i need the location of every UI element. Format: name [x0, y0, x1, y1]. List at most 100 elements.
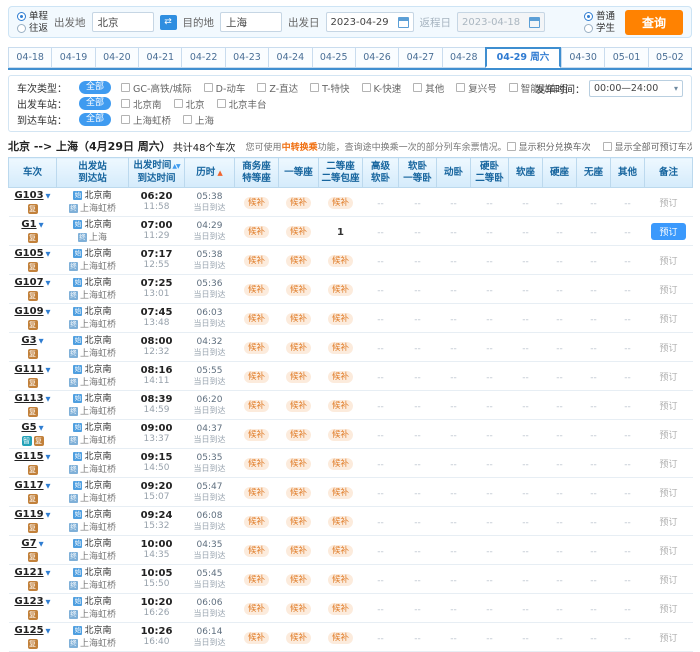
- waitlist-link[interactable]: 候补: [244, 284, 269, 296]
- expand-caret-icon[interactable]: ▼: [46, 249, 51, 260]
- date-tab[interactable]: 04-26: [355, 47, 398, 68]
- train-number[interactable]: G109▼: [9, 306, 57, 318]
- date-tab[interactable]: 04-30: [561, 47, 604, 68]
- train-number[interactable]: G3▼: [9, 335, 57, 347]
- expand-caret-icon[interactable]: ▼: [39, 336, 44, 347]
- waitlist-link[interactable]: 候补: [328, 313, 353, 325]
- show-all-bookable-checkbox[interactable]: 显示全部可预订车次: [603, 140, 692, 153]
- date-tab[interactable]: 04-24: [268, 47, 311, 68]
- transfer-link[interactable]: 中转换乘: [282, 143, 318, 153]
- waitlist-link[interactable]: 候补: [286, 545, 311, 557]
- expand-caret-icon[interactable]: ▼: [46, 307, 51, 318]
- waitlist-link[interactable]: 候补: [286, 284, 311, 296]
- train-number[interactable]: G5▼: [9, 422, 57, 434]
- date-tab[interactable]: 05-01: [604, 47, 647, 68]
- filter-checkbox[interactable]: T-特快: [310, 81, 349, 95]
- expand-caret-icon[interactable]: ▼: [46, 481, 51, 492]
- return-date-input[interactable]: 2023-04-18: [457, 12, 545, 32]
- expand-caret-icon[interactable]: ▼: [46, 626, 51, 637]
- expand-caret-icon[interactable]: ▼: [39, 220, 44, 231]
- expand-caret-icon[interactable]: ▼: [46, 568, 51, 579]
- waitlist-link[interactable]: 候补: [328, 458, 353, 470]
- waitlist-link[interactable]: 候补: [286, 371, 311, 383]
- trip-type-option[interactable]: 单程: [17, 11, 48, 22]
- train-number[interactable]: G113▼: [9, 393, 57, 405]
- date-tab[interactable]: 04-23: [225, 47, 268, 68]
- filter-all-tag[interactable]: 全部: [79, 113, 111, 126]
- waitlist-link[interactable]: 候补: [286, 197, 311, 209]
- filter-checkbox[interactable]: 其他: [413, 81, 444, 95]
- train-number[interactable]: G117▼: [9, 480, 57, 492]
- expand-caret-icon[interactable]: ▼: [46, 394, 51, 405]
- waitlist-link[interactable]: 候补: [286, 603, 311, 615]
- waitlist-link[interactable]: 候补: [286, 487, 311, 499]
- waitlist-link[interactable]: 候补: [244, 226, 269, 238]
- train-number[interactable]: G105▼: [9, 248, 57, 260]
- waitlist-link[interactable]: 候补: [286, 400, 311, 412]
- swap-icon[interactable]: ⇄: [160, 15, 177, 30]
- date-tab[interactable]: 04-20: [95, 47, 138, 68]
- expand-caret-icon[interactable]: ▼: [46, 510, 51, 521]
- column-header[interactable]: 出发时间▲▼到达时间: [129, 158, 185, 188]
- waitlist-link[interactable]: 候补: [286, 516, 311, 528]
- filter-checkbox[interactable]: 复兴号: [456, 81, 497, 95]
- waitlist-link[interactable]: 候补: [286, 313, 311, 325]
- date-tab[interactable]: 04-25: [312, 47, 355, 68]
- waitlist-link[interactable]: 候补: [286, 632, 311, 644]
- waitlist-link[interactable]: 候补: [328, 255, 353, 267]
- waitlist-link[interactable]: 候补: [328, 516, 353, 528]
- filter-all-tag[interactable]: 全部: [79, 81, 111, 94]
- train-number[interactable]: G121▼: [9, 567, 57, 579]
- waitlist-link[interactable]: 候补: [328, 487, 353, 499]
- date-tab[interactable]: 04-29 周六: [485, 47, 561, 68]
- sort-icon[interactable]: ▲: [217, 169, 222, 177]
- waitlist-link[interactable]: 候补: [328, 400, 353, 412]
- expand-caret-icon[interactable]: ▼: [46, 365, 51, 376]
- date-tab[interactable]: 04-27: [398, 47, 441, 68]
- sort-icon[interactable]: ▲▼: [172, 163, 179, 170]
- waitlist-link[interactable]: 候补: [244, 371, 269, 383]
- passenger-type-option[interactable]: 普通: [584, 11, 615, 22]
- date-tab[interactable]: 05-02: [648, 47, 692, 68]
- waitlist-link[interactable]: 候补: [286, 226, 311, 238]
- filter-checkbox[interactable]: 上海虹桥: [121, 113, 171, 127]
- expand-caret-icon[interactable]: ▼: [39, 539, 44, 550]
- train-number[interactable]: G119▼: [9, 509, 57, 521]
- depart-date-input[interactable]: 2023-04-29: [326, 12, 414, 32]
- date-tab[interactable]: 04-19: [51, 47, 94, 68]
- waitlist-link[interactable]: 候补: [244, 632, 269, 644]
- show-points-checkbox[interactable]: 显示积分兑换车次: [507, 140, 591, 153]
- waitlist-link[interactable]: 候补: [244, 545, 269, 557]
- waitlist-link[interactable]: 候补: [328, 371, 353, 383]
- trip-type-option[interactable]: 往返: [17, 23, 48, 34]
- depart-time-select[interactable]: 00:00—24:00 ▾: [589, 80, 683, 97]
- train-number[interactable]: G107▼: [9, 277, 57, 289]
- filter-checkbox[interactable]: 北京: [174, 97, 205, 111]
- waitlist-link[interactable]: 候补: [328, 284, 353, 296]
- train-number[interactable]: G1▼: [9, 219, 57, 231]
- train-number[interactable]: G123▼: [9, 596, 57, 608]
- column-header[interactable]: 历时▲: [185, 158, 235, 188]
- waitlist-link[interactable]: 候补: [328, 342, 353, 354]
- filter-checkbox[interactable]: K-快速: [362, 81, 402, 95]
- date-tab[interactable]: 04-21: [138, 47, 181, 68]
- waitlist-link[interactable]: 候补: [244, 342, 269, 354]
- waitlist-link[interactable]: 候补: [328, 429, 353, 441]
- waitlist-link[interactable]: 候补: [244, 574, 269, 586]
- date-tab[interactable]: 04-28: [442, 47, 485, 68]
- train-number[interactable]: G115▼: [9, 451, 57, 463]
- waitlist-link[interactable]: 候补: [286, 458, 311, 470]
- waitlist-link[interactable]: 候补: [244, 487, 269, 499]
- waitlist-link[interactable]: 候补: [244, 400, 269, 412]
- filter-all-tag[interactable]: 全部: [79, 97, 111, 110]
- filter-checkbox[interactable]: 北京南: [121, 97, 162, 111]
- expand-caret-icon[interactable]: ▼: [46, 597, 51, 608]
- waitlist-link[interactable]: 候补: [328, 197, 353, 209]
- to-input[interactable]: [220, 12, 282, 32]
- passenger-type-option[interactable]: 学生: [584, 23, 615, 34]
- waitlist-link[interactable]: 候补: [286, 342, 311, 354]
- waitlist-link[interactable]: 候补: [328, 632, 353, 644]
- waitlist-link[interactable]: 候补: [244, 197, 269, 209]
- filter-checkbox[interactable]: Z-直达: [257, 81, 298, 95]
- expand-caret-icon[interactable]: ▼: [46, 191, 51, 202]
